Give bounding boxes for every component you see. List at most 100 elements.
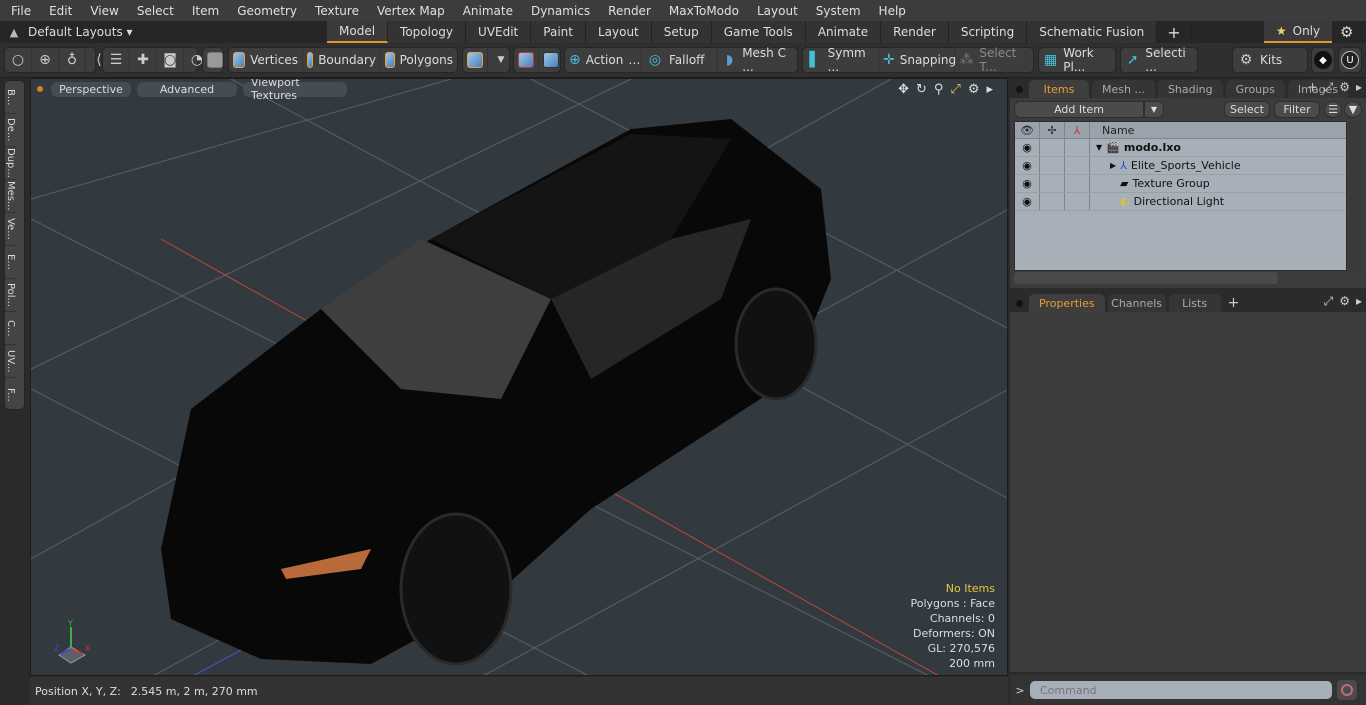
properties-arrow-icon[interactable]: ▸ xyxy=(1356,294,1362,309)
falloff-button[interactable]: ◎ Falloff xyxy=(642,48,718,72)
tree-vertical-scrollbar[interactable] xyxy=(1349,121,1361,271)
add-panel-tab-icon[interactable]: + xyxy=(1308,80,1318,95)
perspective-dropdown[interactable]: Perspective xyxy=(51,81,131,97)
pivot-icon[interactable] xyxy=(514,48,539,72)
filter-button[interactable]: Filter xyxy=(1274,100,1320,118)
action-center-button[interactable]: ⊕ Action… xyxy=(565,48,642,72)
strip-fusion[interactable]: F... xyxy=(5,378,16,411)
properties-maximize-icon[interactable]: ⤢ xyxy=(1324,294,1334,309)
menu-system[interactable]: System xyxy=(805,4,868,18)
add-item-dropdown-icon[interactable]: ▼ xyxy=(1144,100,1164,118)
tab-scripting[interactable]: Scripting xyxy=(948,21,1028,43)
menu-item[interactable]: Item xyxy=(181,4,226,18)
collapse-up-icon[interactable]: ▲ xyxy=(0,26,28,39)
sphere-tool-icon[interactable]: ⊕ xyxy=(32,48,59,72)
panel-maximize-icon[interactable]: ⤢ xyxy=(1324,80,1334,95)
pan-icon[interactable]: ✥ xyxy=(898,82,909,97)
tab-setup[interactable]: Setup xyxy=(651,21,712,43)
tab-properties[interactable]: Properties xyxy=(1029,294,1105,312)
menu-animate[interactable]: Animate xyxy=(452,4,520,18)
panel-options-dot[interactable] xyxy=(1016,86,1023,93)
zoom-icon[interactable]: ⚲ xyxy=(934,82,944,97)
transform-column-icon[interactable]: ⅄ xyxy=(1065,122,1090,138)
menu-view[interactable]: View xyxy=(79,4,125,18)
list-options-icon[interactable]: ☰ xyxy=(1324,100,1342,118)
project-icon[interactable]: ◙ xyxy=(157,48,184,72)
center-icon[interactable] xyxy=(539,48,563,72)
unity-button[interactable]: ◆ xyxy=(1311,47,1335,73)
kits-button[interactable]: ⚙ Kits xyxy=(1232,47,1308,73)
pen-tool-icon[interactable]: ♁ xyxy=(59,48,86,72)
panel-arrow-icon[interactable]: ▸ xyxy=(1356,80,1362,95)
shading-dropdown[interactable]: Advanced xyxy=(137,81,237,97)
eye-icon[interactable]: ◉ xyxy=(1015,175,1040,192)
eye-icon[interactable]: ◉ xyxy=(1015,139,1040,156)
menu-edit[interactable]: Edit xyxy=(38,4,79,18)
eye-icon[interactable]: ◉ xyxy=(1015,193,1040,210)
command-record-button[interactable] xyxy=(1337,680,1357,700)
tab-channels[interactable]: Channels xyxy=(1107,294,1166,312)
strip-vertex[interactable]: Ve... xyxy=(5,213,16,246)
material-mode-button[interactable] xyxy=(463,48,488,72)
add-properties-tab-icon[interactable]: + xyxy=(1224,294,1244,312)
menu-help[interactable]: Help xyxy=(868,4,913,18)
gear-icon[interactable]: ⚙ xyxy=(1340,23,1353,41)
tab-items[interactable]: Items xyxy=(1029,80,1089,98)
tab-groups[interactable]: Groups xyxy=(1225,80,1285,98)
circle-tool-icon[interactable]: ○ xyxy=(5,48,32,72)
polygons-button[interactable]: Polygons xyxy=(381,48,457,72)
funnel-filter-icon[interactable]: ▼ xyxy=(1344,100,1362,118)
add-item-button[interactable]: Add Item xyxy=(1014,100,1144,118)
vertices-button[interactable]: Vertices xyxy=(229,48,303,72)
menu-maxtomodo[interactable]: MaxToModo xyxy=(658,4,746,18)
lock-column-icon[interactable]: ✢ xyxy=(1040,122,1065,138)
tab-model[interactable]: Model xyxy=(327,21,389,43)
menu-vertex-map[interactable]: Vertex Map xyxy=(366,4,452,18)
menu-dynamics[interactable]: Dynamics xyxy=(520,4,597,18)
selection-sets-button[interactable]: ➚ Selecti ... xyxy=(1120,46,1198,74)
menu-geometry[interactable]: Geometry xyxy=(226,4,304,18)
strip-curve[interactable]: C... xyxy=(5,312,16,345)
mode-dropdown[interactable]: ▼ xyxy=(488,48,514,72)
rotate-icon[interactable]: ↻ xyxy=(916,82,927,97)
tree-horizontal-scrollbar[interactable] xyxy=(1014,272,1278,284)
command-input[interactable] xyxy=(1030,681,1332,699)
menu-render[interactable]: Render xyxy=(597,4,658,18)
tab-shading[interactable]: Shading xyxy=(1157,80,1223,98)
tab-lists[interactable]: Lists xyxy=(1168,294,1221,312)
select-through-button[interactable]: ⁂ Select T... xyxy=(955,46,1033,74)
strip-edge[interactable]: E... xyxy=(5,246,16,279)
maximize-icon[interactable]: ⤢ xyxy=(950,82,960,97)
tab-layout[interactable]: Layout xyxy=(585,21,652,43)
eye-icon[interactable]: ◉ xyxy=(1015,157,1040,174)
tree-row[interactable]: ◉ ▼ 🎬 modo.lxo xyxy=(1015,139,1346,157)
menu-texture[interactable]: Texture xyxy=(304,4,366,18)
symmetry-button[interactable]: ▌ Symm ... xyxy=(803,46,879,74)
visibility-column-icon[interactable]: 👁 xyxy=(1015,122,1040,138)
tab-animate[interactable]: Animate xyxy=(805,21,882,43)
align-icon[interactable]: ☰ xyxy=(103,48,130,72)
strip-mesh-edit[interactable]: Mes... xyxy=(5,180,16,213)
tab-game-tools[interactable]: Game Tools xyxy=(711,21,806,43)
tab-paint[interactable]: Paint xyxy=(531,21,586,43)
strip-polygon[interactable]: Pol... xyxy=(5,279,16,312)
tree-row[interactable]: ◉ ▶ ⅄ Elite_Sports_Vehicle xyxy=(1015,157,1346,175)
strip-basic[interactable]: B... xyxy=(5,81,16,114)
tab-schematic-fusion[interactable]: Schematic Fusion xyxy=(1027,21,1158,43)
menu-file[interactable]: File xyxy=(0,4,38,18)
strip-duplicate[interactable]: Dup... xyxy=(5,147,16,180)
collapse-arrow-icon[interactable]: ▼ xyxy=(1096,143,1102,152)
menu-select[interactable]: Select xyxy=(126,4,181,18)
work-plane-button[interactable]: ▦ Work Pl... xyxy=(1038,46,1116,74)
strip-deform[interactable]: De... xyxy=(5,114,16,147)
viewport-gear-icon[interactable]: ⚙ xyxy=(968,82,980,97)
tab-uvedit[interactable]: UVEdit xyxy=(466,21,532,43)
mesh-constraint-button[interactable]: ◗ Mesh C ... xyxy=(718,46,796,74)
unreal-button[interactable]: U xyxy=(1338,47,1362,73)
panel-gear-icon[interactable]: ⚙ xyxy=(1339,80,1350,95)
boundary-button[interactable]: Boundary xyxy=(303,48,381,72)
properties-options-dot[interactable] xyxy=(1016,300,1023,307)
unwrap-icon[interactable]: ✚ xyxy=(130,48,157,72)
add-tab-button[interactable]: + xyxy=(1157,21,1192,43)
item-mode-button[interactable] xyxy=(202,47,224,73)
